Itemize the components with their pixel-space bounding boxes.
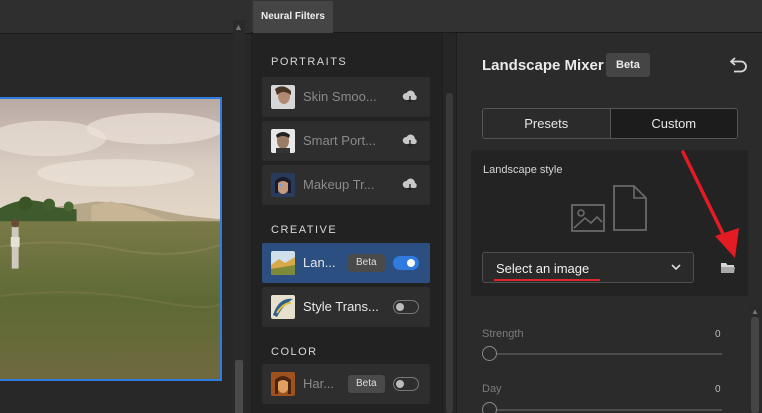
- filter-item-makeup-transfer[interactable]: Makeup Tr...: [262, 165, 430, 205]
- smart-portrait-thumbnail: [271, 129, 295, 153]
- toggle-knob: [407, 258, 415, 267]
- scroll-up-arrow-icon[interactable]: ▲: [234, 22, 243, 32]
- harmonization-thumbnail: [271, 372, 295, 396]
- settings-beta-badge: Beta: [606, 53, 650, 77]
- landscape-mixer-thumbnail: [271, 251, 295, 275]
- tab-custom[interactable]: Custom: [610, 109, 737, 138]
- section-header-creative: CREATIVE: [271, 224, 338, 236]
- landscape-style-label: Landscape style: [483, 164, 563, 176]
- landscape-style-box: Landscape style Select an image: [471, 150, 748, 296]
- filter-settings-panel: Landscape Mixer Beta Presets Custom Land…: [457, 33, 762, 413]
- filter-label: Lan...: [303, 255, 336, 270]
- presets-custom-toggle: Presets Custom: [482, 108, 738, 139]
- filter-label: Style Trans...: [303, 299, 379, 314]
- filter-item-harmonization[interactable]: Har... Beta: [262, 364, 430, 404]
- toggle-knob: [396, 302, 404, 311]
- beta-badge: Beta: [348, 375, 385, 393]
- skin-smoothing-thumbnail: [271, 85, 295, 109]
- document-canvas[interactable]: ▲: [0, 0, 251, 413]
- canvas-scrollbar[interactable]: ▲: [233, 20, 245, 413]
- select-image-dropdown[interactable]: Select an image: [482, 252, 694, 283]
- canvas-topbar: [0, 0, 251, 34]
- cloud-download-icon[interactable]: [402, 90, 418, 104]
- filter-label: Smart Port...: [303, 133, 376, 148]
- strength-slider-knob[interactable]: [482, 346, 497, 361]
- beta-badge: Beta: [348, 254, 385, 272]
- select-image-text: Select an image: [496, 261, 590, 276]
- filter-item-style-transfer[interactable]: Style Trans...: [262, 287, 430, 327]
- scroll-up-arrow-icon[interactable]: ▲: [751, 307, 759, 316]
- canvas-scroll-thumb[interactable]: [235, 360, 243, 413]
- section-header-color: COLOR: [271, 346, 318, 358]
- reset-icon[interactable]: [729, 55, 749, 73]
- style-transfer-thumbnail: [271, 295, 295, 319]
- harmonization-toggle[interactable]: [393, 377, 419, 391]
- strength-value: 0: [715, 329, 721, 340]
- strength-label: Strength: [482, 328, 524, 340]
- day-label: Day: [482, 383, 502, 395]
- style-transfer-toggle[interactable]: [393, 300, 419, 314]
- chevron-down-icon: [671, 264, 681, 271]
- red-underline-annotation: [494, 279, 600, 281]
- day-slider-knob[interactable]: [482, 402, 497, 413]
- section-header-portraits: PORTRAITS: [271, 56, 348, 68]
- tab-neural-filters[interactable]: Neural Filters: [253, 1, 333, 33]
- filter-item-skin-smoothing[interactable]: Skin Smoo...: [262, 77, 430, 117]
- settings-title: Landscape Mixer: [482, 57, 604, 74]
- filter-label: Skin Smoo...: [303, 89, 377, 104]
- filter-label: Har...: [303, 376, 335, 391]
- filter-list-panel: PORTRAITS Skin Smoo... Smart Port... Mak…: [251, 33, 442, 413]
- day-value: 0: [715, 384, 721, 395]
- tab-presets[interactable]: Presets: [483, 109, 611, 138]
- makeup-transfer-thumbnail: [271, 173, 295, 197]
- panel-tab-strip: Neural Filters: [251, 0, 762, 33]
- landscape-photo: [0, 97, 222, 381]
- day-slider-track[interactable]: [497, 409, 722, 411]
- folder-icon[interactable]: [720, 262, 736, 274]
- settings-scrollbar[interactable]: ▲: [748, 305, 762, 413]
- toggle-knob: [396, 379, 404, 388]
- image-placeholder-icon: [571, 185, 647, 232]
- cloud-download-icon[interactable]: [402, 178, 418, 192]
- filter-label: Makeup Tr...: [303, 177, 375, 192]
- filter-item-smart-portrait[interactable]: Smart Port...: [262, 121, 430, 161]
- strength-slider-track[interactable]: [497, 353, 722, 355]
- filter-item-landscape-mixer[interactable]: Lan... Beta: [262, 243, 430, 283]
- settings-scroll-thumb[interactable]: [751, 317, 759, 413]
- filter-list-scrollbar[interactable]: [443, 33, 456, 413]
- filter-list-scroll-thumb[interactable]: [446, 93, 453, 413]
- cloud-download-icon[interactable]: [402, 134, 418, 148]
- landscape-mixer-toggle[interactable]: [393, 256, 419, 270]
